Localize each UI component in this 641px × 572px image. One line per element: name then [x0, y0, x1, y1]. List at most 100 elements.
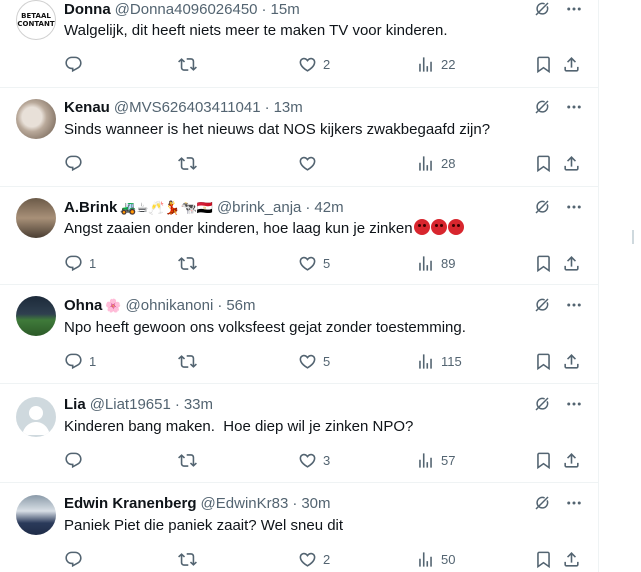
timestamp[interactable]: 56m — [226, 296, 255, 316]
views-icon — [416, 352, 435, 371]
retweet-button[interactable] — [178, 253, 203, 273]
reply-icon — [64, 55, 83, 74]
tweet-item[interactable]: BETAAL CONTANT Donna @Donna4096026450 · … — [0, 0, 598, 88]
tweet-item[interactable]: Ohna 🌸 @ohnikanoni · 56m Npo heeft gewoo… — [0, 285, 598, 384]
retweet-button[interactable] — [178, 54, 203, 74]
author-name[interactable]: Ohna — [64, 296, 102, 316]
bookmark-button[interactable] — [534, 351, 553, 371]
reply-button[interactable]: 1 — [64, 351, 96, 371]
timestamp[interactable]: 15m — [271, 0, 300, 20]
avatar[interactable] — [16, 99, 56, 139]
bookmark-button[interactable] — [534, 54, 553, 74]
like-button[interactable]: 2 — [298, 54, 330, 74]
author-handle[interactable]: @ohnikanoni — [126, 296, 214, 316]
reply-button[interactable] — [64, 54, 89, 74]
author-name[interactable]: A.Brink — [64, 198, 117, 218]
reply-icon — [64, 352, 83, 371]
views-button[interactable]: 50 — [416, 549, 455, 569]
more-icon[interactable] — [565, 98, 583, 116]
author-name[interactable]: Kenau — [64, 98, 110, 118]
bookmark-icon — [534, 55, 553, 74]
share-button[interactable] — [562, 450, 581, 470]
share-button[interactable] — [562, 153, 581, 173]
more-icon[interactable] — [565, 198, 583, 216]
retweet-button[interactable] — [178, 351, 203, 371]
reply-button[interactable] — [64, 153, 89, 173]
like-button[interactable]: 5 — [298, 253, 330, 273]
share-icon — [562, 352, 581, 371]
author-handle[interactable]: @MVS626403411041 — [114, 98, 261, 118]
grok-icon[interactable] — [533, 395, 551, 413]
share-button[interactable] — [562, 54, 581, 74]
timestamp[interactable]: 42m — [314, 198, 343, 218]
timestamp[interactable]: 30m — [301, 494, 330, 514]
like-button[interactable] — [298, 153, 323, 173]
grok-icon[interactable] — [533, 0, 551, 18]
bookmark-button[interactable] — [534, 549, 553, 569]
more-icon[interactable] — [565, 494, 583, 512]
share-button[interactable] — [562, 351, 581, 371]
bookmark-button[interactable] — [534, 450, 553, 470]
reply-button[interactable] — [64, 549, 89, 569]
avatar[interactable] — [16, 198, 56, 238]
views-icon — [416, 55, 435, 74]
grok-icon[interactable] — [533, 98, 551, 116]
share-icon — [562, 550, 581, 569]
like-button[interactable]: 3 — [298, 450, 330, 470]
retweet-icon — [178, 254, 197, 273]
views-button[interactable]: 28 — [416, 153, 455, 173]
reply-feed: BETAAL CONTANT Donna @Donna4096026450 · … — [0, 0, 599, 572]
reply-button[interactable]: 1 — [64, 253, 96, 273]
views-button[interactable]: 22 — [416, 54, 455, 74]
tweet-item[interactable]: Edwin Kranenberg @EdwinKr83 · 30m Paniek… — [0, 483, 599, 572]
views-icon — [416, 550, 435, 569]
avatar[interactable] — [16, 296, 56, 336]
tweet-text: Angst zaaien onder kinderen, hoe laag ku… — [64, 220, 413, 237]
views-button[interactable]: 57 — [416, 450, 455, 470]
author-handle[interactable]: @EdwinKr83 — [201, 494, 289, 514]
author-handle[interactable]: @Donna4096026450 — [115, 0, 258, 20]
retweet-button[interactable] — [178, 450, 203, 470]
share-button[interactable] — [562, 253, 581, 273]
author-name[interactable]: Donna — [64, 0, 111, 20]
name-emojis: 🚜☕🥂💃🐄🇪🇬 — [120, 200, 213, 215]
views-button[interactable]: 115 — [416, 351, 462, 371]
bookmark-button[interactable] — [534, 253, 553, 273]
scrollbar-thumb[interactable] — [632, 230, 634, 244]
author-name[interactable]: Edwin Kranenberg — [64, 494, 197, 514]
tweet-item[interactable]: A.Brink 🚜☕🥂💃🐄🇪🇬 @brink_anja · 42m Angst … — [0, 187, 598, 285]
tweet-item[interactable]: Lia @Liat19651 · 33m Kinderen bang maken… — [0, 384, 598, 483]
tweet-text: Sinds wanneer is het nieuws dat NOS kijk… — [64, 121, 491, 138]
bookmark-button[interactable] — [534, 153, 553, 173]
avatar-logo: BETAAL CONTANT — [17, 12, 55, 28]
more-icon[interactable] — [565, 395, 583, 413]
share-button[interactable] — [562, 549, 581, 569]
grok-icon[interactable] — [533, 494, 551, 512]
timestamp[interactable]: 33m — [184, 395, 213, 415]
bookmark-icon — [534, 451, 553, 470]
like-button[interactable]: 5 — [298, 351, 330, 371]
grok-icon[interactable] — [533, 198, 551, 216]
author-name[interactable]: Lia — [64, 395, 86, 415]
grok-icon[interactable] — [533, 296, 551, 314]
like-button[interactable]: 2 — [298, 549, 330, 569]
avatar[interactable]: BETAAL CONTANT — [16, 0, 56, 40]
author-handle[interactable]: @brink_anja — [217, 198, 301, 218]
retweet-button[interactable] — [178, 153, 203, 173]
avatar[interactable] — [16, 495, 56, 535]
views-button[interactable]: 89 — [416, 253, 455, 273]
retweet-icon — [178, 550, 197, 569]
more-icon[interactable] — [565, 0, 583, 18]
avatar[interactable] — [16, 397, 56, 437]
reply-icon — [64, 154, 83, 173]
retweet-icon — [178, 451, 197, 470]
more-icon[interactable] — [565, 296, 583, 314]
timestamp[interactable]: 13m — [274, 98, 303, 118]
action-bar: 2 22 — [64, 54, 584, 74]
retweet-button[interactable] — [178, 549, 203, 569]
angry-face-icon — [413, 219, 430, 235]
tweet-item[interactable]: Kenau @MVS626403411041 · 13m Sinds wanne… — [0, 88, 598, 187]
reply-button[interactable] — [64, 450, 89, 470]
views-icon — [416, 451, 435, 470]
author-handle[interactable]: @Liat19651 — [90, 395, 171, 415]
